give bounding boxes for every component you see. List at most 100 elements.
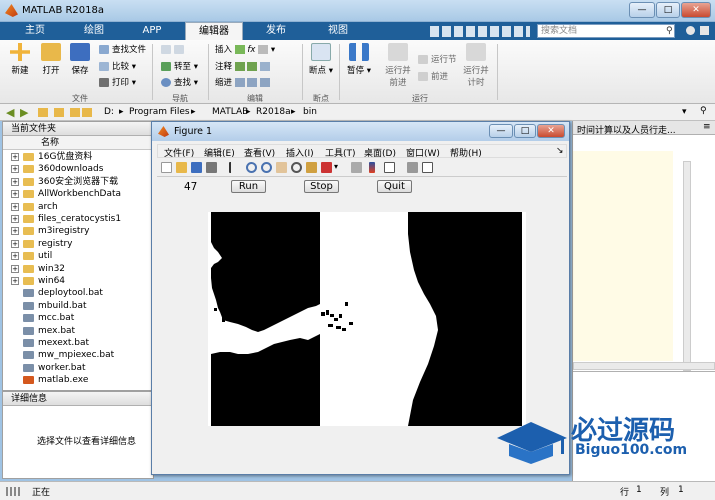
hide-plot-tools-icon[interactable] bbox=[407, 162, 418, 173]
rotate-icon[interactable] bbox=[291, 162, 302, 173]
pointer-icon[interactable] bbox=[229, 162, 240, 173]
figure-minimize-button[interactable]: — bbox=[489, 124, 513, 138]
expand-folder-icon[interactable]: + bbox=[11, 202, 19, 211]
breadcrumb-d[interactable]: D: bbox=[104, 107, 114, 117]
insert-button[interactable]: 插入 fx ▾ bbox=[215, 44, 275, 57]
zoom-out-icon[interactable] bbox=[261, 162, 272, 173]
new-folder-icon[interactable] bbox=[38, 108, 48, 117]
close-button[interactable]: ✕ bbox=[681, 2, 711, 18]
menu-help[interactable]: 帮助(H) bbox=[450, 146, 482, 159]
save-figure-icon[interactable] bbox=[191, 162, 202, 173]
editor-file-tab[interactable]: 时间计算以及人员行走... bbox=[577, 123, 697, 136]
browse-folder-icon[interactable] bbox=[70, 108, 80, 117]
expand-folder-icon[interactable]: + bbox=[11, 239, 19, 248]
up-folder-icon[interactable] bbox=[54, 108, 64, 117]
file-item[interactable]: mw_mpiexec.bat bbox=[3, 349, 153, 361]
data-cursor-icon[interactable] bbox=[306, 162, 317, 173]
file-item[interactable]: worker.bat bbox=[3, 362, 153, 374]
tab-plots[interactable]: 绘图 bbox=[68, 22, 120, 40]
menu-window[interactable]: 窗口(W) bbox=[406, 146, 440, 159]
find-files-button[interactable]: 查找文件 bbox=[99, 44, 146, 57]
run-and-time-button[interactable]: 运行并 计时 bbox=[458, 43, 494, 88]
address-search-icon[interactable]: ⚲ bbox=[700, 106, 707, 116]
breadcrumb-r2018a[interactable]: R2018a bbox=[256, 107, 291, 117]
goto-button[interactable]: 转至 ▾ bbox=[161, 61, 198, 74]
file-item[interactable]: mexext.bat bbox=[3, 337, 153, 349]
run-and-advance-button[interactable]: 运行并 前进 bbox=[380, 43, 416, 88]
show-plot-tools-icon[interactable] bbox=[422, 162, 433, 173]
quick-access-icons[interactable] bbox=[430, 26, 530, 37]
folder-item[interactable]: + arch bbox=[3, 201, 153, 213]
menu-insert[interactable]: 插入(I) bbox=[286, 146, 314, 159]
print-button[interactable]: 打印 ▾ bbox=[99, 77, 136, 90]
expand-folder-icon[interactable]: + bbox=[11, 277, 19, 285]
file-item[interactable]: matlab.exe bbox=[3, 374, 153, 386]
breadcrumb-program-files[interactable]: Program Files bbox=[129, 107, 190, 117]
pan-icon[interactable] bbox=[276, 162, 287, 173]
colorbar-icon[interactable] bbox=[369, 162, 375, 173]
menu-view[interactable]: 查看(V) bbox=[244, 146, 275, 159]
zoom-in-icon[interactable] bbox=[246, 162, 257, 173]
expand-folder-icon[interactable]: + bbox=[11, 153, 19, 161]
tab-apps[interactable]: APP bbox=[126, 22, 178, 40]
menu-file[interactable]: 文件(F) bbox=[164, 146, 194, 159]
indent-button[interactable]: 缩进 bbox=[215, 77, 271, 90]
run-section-button[interactable]: 运行节 bbox=[418, 54, 457, 67]
breadcrumb-bin[interactable]: bin bbox=[303, 107, 317, 117]
address-bar[interactable]: ◀ ▶ D: ▸ Program Files ▸ MATLAB ▸ R2018a… bbox=[0, 104, 715, 121]
compare-button[interactable]: 比较 ▾ bbox=[99, 61, 136, 74]
expand-folder-icon[interactable]: + bbox=[11, 227, 19, 236]
folder-item[interactable]: + win64 bbox=[3, 275, 153, 287]
notification-icon[interactable] bbox=[686, 26, 695, 35]
breadcrumb-matlab[interactable]: MATLAB bbox=[212, 107, 248, 117]
file-item[interactable]: deploytool.bat bbox=[3, 287, 153, 299]
stop-button[interactable]: Stop bbox=[304, 180, 339, 193]
quit-button[interactable]: Quit bbox=[377, 180, 412, 193]
link-plot-icon[interactable] bbox=[351, 162, 362, 173]
maximize-button[interactable]: □ bbox=[656, 2, 680, 18]
menu-dock-icon[interactable]: ↘ bbox=[556, 146, 564, 156]
editor-tab-menu-icon[interactable]: ≡ bbox=[703, 122, 711, 132]
figure-maximize-button[interactable]: □ bbox=[514, 124, 536, 138]
expand-folder-icon[interactable]: + bbox=[11, 165, 19, 174]
expand-icon[interactable] bbox=[700, 26, 709, 35]
simulation-plot[interactable] bbox=[208, 212, 526, 426]
advance-button[interactable]: 前进 bbox=[418, 71, 448, 84]
breakpoint-button[interactable]: 断点 ▾ bbox=[303, 43, 339, 76]
pause-button[interactable]: 暂停 ▾ bbox=[341, 43, 377, 76]
name-column-header[interactable]: 名称 bbox=[3, 136, 153, 150]
expand-folder-icon[interactable]: + bbox=[11, 215, 19, 223]
open-file-icon[interactable] bbox=[176, 162, 187, 173]
editor-code-area[interactable] bbox=[573, 151, 673, 361]
legend-icon[interactable] bbox=[384, 162, 395, 173]
menu-desktop[interactable]: 桌面(D) bbox=[364, 146, 396, 159]
minimize-button[interactable]: — bbox=[629, 2, 655, 18]
address-dropdown-icon[interactable]: ▾ bbox=[682, 107, 687, 117]
folder-item[interactable]: + win32 bbox=[3, 263, 153, 275]
find-button[interactable]: 查找 ▾ bbox=[161, 77, 198, 90]
folder-item[interactable]: + AllWorkbenchData bbox=[3, 188, 153, 200]
tab-view[interactable]: 视图 bbox=[310, 22, 366, 40]
folder-item[interactable]: +360downloads bbox=[3, 163, 153, 175]
tab-home[interactable]: 主页 bbox=[10, 22, 60, 40]
expand-folder-icon[interactable]: + bbox=[11, 177, 19, 186]
folder-item[interactable]: + registry bbox=[3, 238, 153, 250]
tab-editor[interactable]: 编辑器 bbox=[185, 22, 243, 40]
search-documentation-input[interactable]: 搜索文档 bbox=[537, 24, 675, 38]
menu-edit[interactable]: 编辑(E) bbox=[204, 146, 235, 159]
folder-item[interactable]: + util bbox=[3, 250, 153, 262]
comment-button[interactable]: 注释 bbox=[215, 61, 271, 74]
back-arrow-icon[interactable]: ◀ bbox=[6, 106, 14, 119]
search-icon[interactable]: ⚲ bbox=[666, 26, 673, 36]
save-button[interactable]: 保存 bbox=[62, 43, 98, 76]
expand-folder-icon[interactable]: + bbox=[11, 252, 19, 261]
nav-back-forward[interactable] bbox=[161, 44, 187, 57]
print-figure-icon[interactable] bbox=[206, 162, 217, 173]
tab-publish[interactable]: 发布 bbox=[250, 22, 302, 40]
folder-item[interactable]: +360安全浏览器下载 bbox=[3, 176, 153, 188]
folder-item[interactable]: + files_ceratocystis1 bbox=[3, 213, 153, 225]
menu-tools[interactable]: 工具(T) bbox=[325, 146, 356, 159]
figure-close-button[interactable]: ✕ bbox=[537, 124, 565, 138]
expand-folder-icon[interactable]: + bbox=[11, 190, 19, 199]
file-item[interactable]: mbuild.bat bbox=[3, 300, 153, 312]
